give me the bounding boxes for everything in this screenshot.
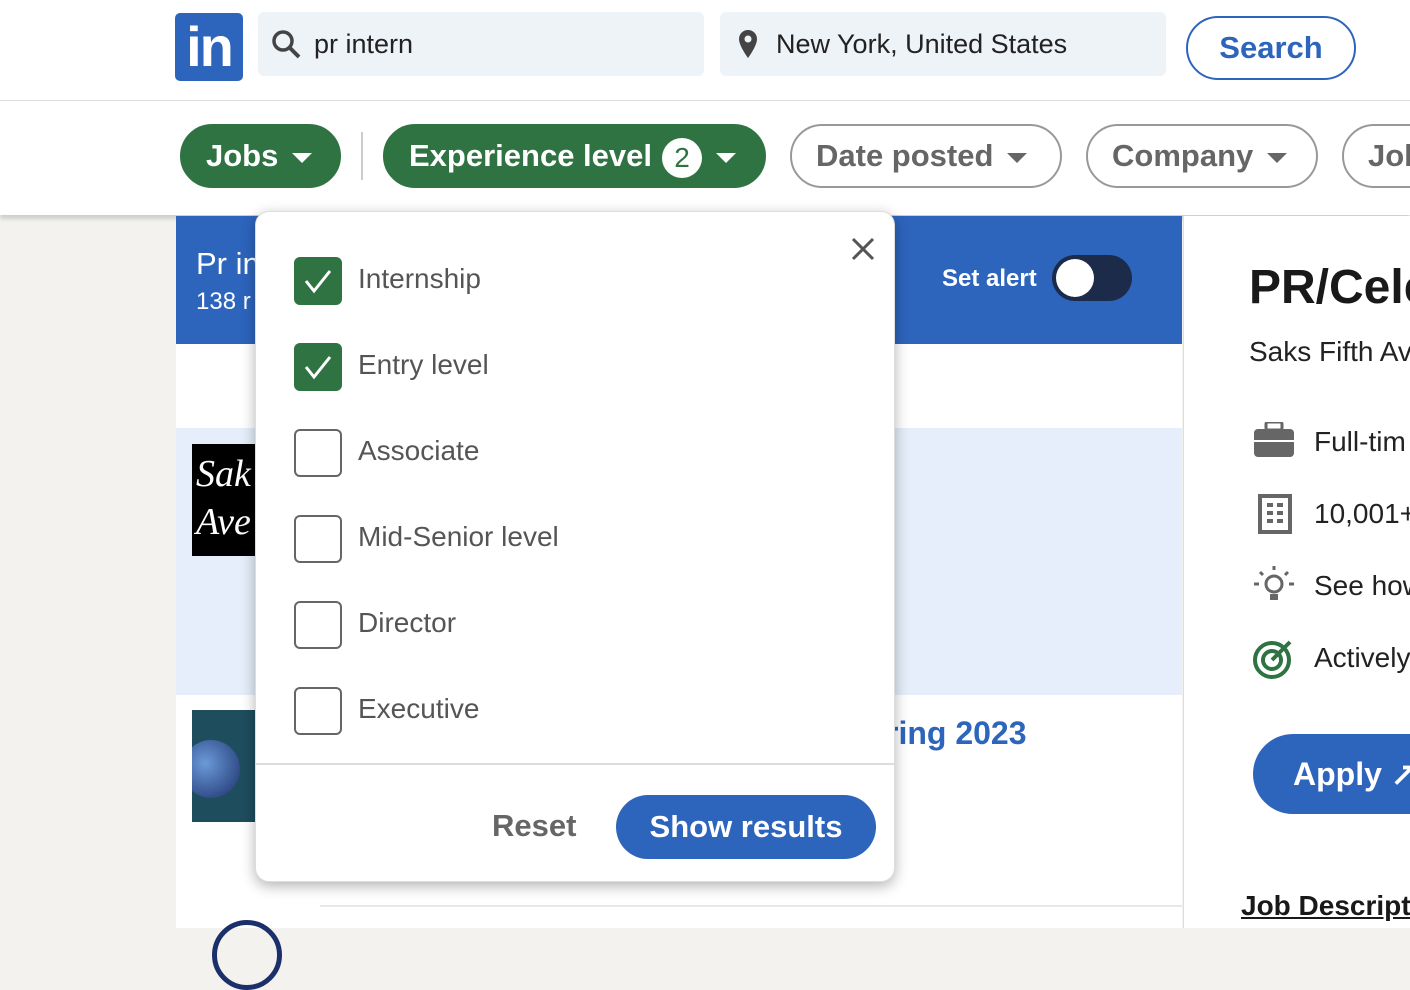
search-input[interactable]: pr intern — [258, 12, 704, 76]
checkbox-checked[interactable] — [294, 343, 342, 391]
checkmark-icon — [304, 356, 332, 380]
filter-job-type[interactable]: Job — [1342, 124, 1410, 188]
company-name[interactable]: Saks Fifth Av — [1249, 336, 1410, 368]
top-header: in pr intern New York, United States Sea… — [0, 0, 1410, 101]
option-label: Mid-Senior level — [358, 521, 559, 552]
filter-label: Jobs — [206, 138, 279, 173]
job-title-link[interactable]: ring 2023 — [886, 715, 1027, 752]
divider — [361, 132, 363, 180]
option-label: Associate — [358, 435, 480, 466]
reset-button[interactable]: Reset — [492, 808, 576, 844]
checkbox[interactable] — [294, 687, 342, 735]
checkmark-icon — [304, 270, 332, 294]
location-value: New York, United States — [776, 29, 1068, 59]
filter-company[interactable]: Company — [1086, 124, 1318, 188]
caret-down-icon — [1267, 152, 1288, 163]
briefcase-icon — [1254, 422, 1294, 457]
results-count: 138 r — [196, 288, 251, 315]
company-logo — [192, 710, 256, 822]
search-icon — [272, 30, 301, 59]
filter-label: Experience level — [409, 138, 652, 173]
apply-label: Apply — [1293, 756, 1382, 792]
option-label: Internship — [358, 263, 481, 294]
filter-label: Job — [1368, 138, 1410, 173]
location-pin-icon — [739, 30, 757, 58]
checkbox-checked[interactable] — [294, 257, 342, 305]
close-icon[interactable] — [850, 236, 876, 262]
checkbox[interactable] — [294, 515, 342, 563]
globe-icon — [192, 740, 240, 798]
search-query: pr intern — [314, 29, 414, 59]
set-alert-toggle[interactable] — [1052, 255, 1132, 301]
experience-level-dropdown: Internship Entry level Associate Mid-Sen… — [255, 211, 895, 882]
external-link-icon: ↗ — [1391, 756, 1410, 792]
results-title: Pr in — [196, 246, 260, 281]
apply-button[interactable]: Apply ↗ — [1253, 734, 1410, 814]
search-button[interactable]: Search — [1186, 16, 1356, 80]
location-input[interactable]: New York, United States — [720, 12, 1166, 76]
job-detail-panel: PR/Cele Saks Fifth Av Full-tim 10,001+ S… — [1183, 216, 1410, 928]
lightbulb-icon — [1254, 566, 1294, 600]
set-alert-label: Set alert — [942, 265, 1037, 292]
target-icon — [1253, 640, 1292, 679]
toggle-knob — [1056, 259, 1094, 297]
insight-text[interactable]: See how — [1314, 570, 1410, 602]
divider — [320, 905, 1182, 907]
checkbox[interactable] — [294, 429, 342, 477]
job-title: PR/Cele — [1249, 261, 1410, 314]
filter-jobs[interactable]: Jobs — [180, 124, 341, 188]
filter-count-badge: 2 — [662, 137, 702, 178]
option-label: Executive — [358, 693, 480, 724]
actively-recruiting: Actively — [1314, 642, 1410, 673]
filter-experience-level[interactable]: Experience level 2 — [383, 124, 766, 188]
checkbox[interactable] — [294, 601, 342, 649]
building-icon — [1258, 494, 1292, 534]
company-size: 10,001+ — [1314, 498, 1410, 529]
option-label: Director — [358, 607, 457, 638]
show-results-button[interactable]: Show results — [616, 795, 876, 859]
company-logo-saks: Sak Ave — [192, 444, 256, 556]
caret-down-icon — [1007, 152, 1028, 163]
company-logo — [212, 920, 282, 990]
option-label: Entry level — [358, 349, 489, 380]
linkedin-logo[interactable]: in — [175, 13, 243, 81]
job-description-heading: Job Descript — [1241, 890, 1410, 921]
caret-down-icon — [716, 152, 736, 163]
caret-down-icon — [292, 152, 313, 163]
filter-label: Company — [1112, 138, 1254, 173]
divider — [256, 763, 894, 765]
filter-date-posted[interactable]: Date posted — [790, 124, 1062, 188]
job-type: Full-tim — [1314, 426, 1406, 457]
filter-label: Date posted — [816, 138, 994, 173]
